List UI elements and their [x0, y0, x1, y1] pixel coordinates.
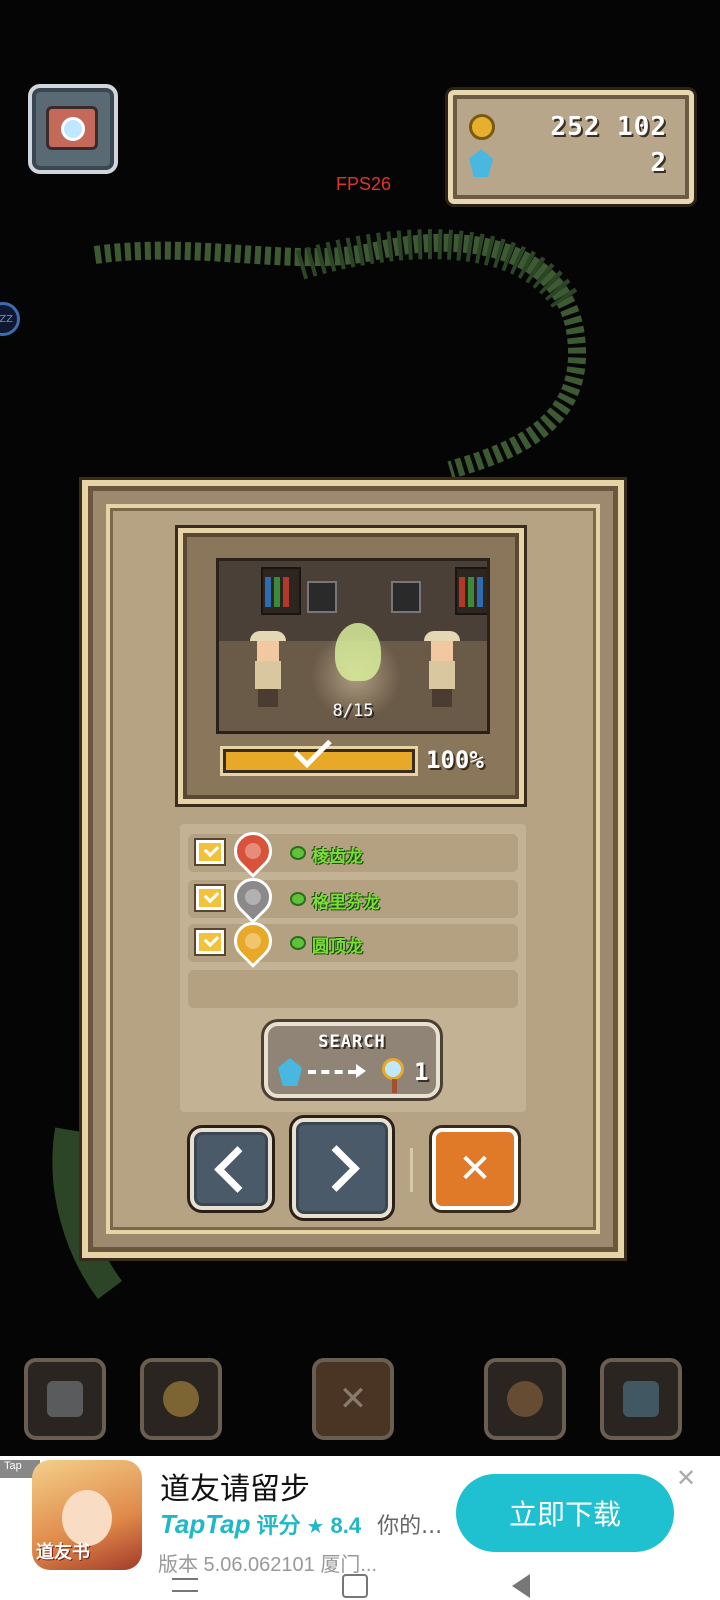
toolbar-map-button[interactable]: [600, 1358, 682, 1440]
ad-rating-line: TapTap 评分 ★ 8.4 你的...: [160, 1508, 442, 1540]
game-avatar[interactable]: 道友书: [32, 1460, 142, 1570]
search-count: 1: [414, 1058, 429, 1086]
dinosaur-name: 圆顶龙: [312, 937, 363, 957]
search-button[interactable]: SEARCH 1: [264, 1022, 440, 1098]
checkbox[interactable]: [196, 886, 224, 910]
checkbox[interactable]: [196, 840, 224, 864]
fps-counter: FPS26: [336, 174, 392, 194]
coin-count: 252 102: [550, 112, 667, 142]
status-dot: [290, 846, 306, 860]
dinosaur-name: 棱齿龙: [312, 847, 363, 867]
bookshelf-icon: [261, 567, 301, 615]
previous-button[interactable]: [190, 1128, 272, 1210]
rating-value: 8.4: [330, 1513, 362, 1538]
taptap-logo: TapTap: [160, 1509, 251, 1539]
magnifier-tools-icon: [507, 1381, 543, 1417]
checkbox[interactable]: [196, 930, 224, 954]
menu-nav-icon[interactable]: [172, 1578, 198, 1592]
list-item[interactable]: 格里芬龙: [188, 870, 518, 924]
lightbulb-icon: [163, 1381, 199, 1417]
toolbar-close-button[interactable]: ✕: [312, 1358, 394, 1440]
gem-icon: [469, 149, 493, 177]
researcher-icon: [424, 631, 460, 709]
status-dot: [290, 892, 306, 906]
close-dialog-button[interactable]: ✕: [432, 1128, 518, 1210]
bookshelf-icon: [455, 567, 487, 615]
next-button[interactable]: [292, 1118, 392, 1218]
empty-list-slot: [188, 970, 518, 1008]
camera-icon: [46, 106, 98, 150]
close-ad-icon[interactable]: ✕: [676, 1464, 696, 1492]
ad-banner[interactable]: Tap 道友书 道友请留步 TapTap 评分 ★ 8.4 你的... 版本 5…: [0, 1456, 720, 1600]
toolbar-swap-button[interactable]: [24, 1358, 106, 1440]
camera-button[interactable]: [28, 84, 118, 174]
magnifier-icon: [382, 1058, 404, 1093]
rating-label: 评分: [256, 1514, 301, 1539]
dinosaur-name: 格里芬龙: [312, 893, 380, 913]
search-label: SEARCH: [318, 1032, 386, 1052]
gem-icon: [278, 1058, 302, 1086]
divider: [410, 1148, 413, 1192]
location-pin-icon: [226, 914, 280, 968]
research-scene: 8/15: [216, 558, 490, 734]
home-nav-icon[interactable]: [342, 1574, 368, 1598]
map-icon: [623, 1381, 659, 1417]
location-pin-icon: [226, 824, 280, 878]
coin-icon: [469, 114, 495, 140]
ad-title: 道友请留步: [160, 1472, 310, 1507]
scene-counter: 8/15: [332, 701, 374, 721]
close-icon: ✕: [338, 1379, 368, 1419]
arrow-right-icon: [308, 1064, 366, 1078]
status-dot: [290, 936, 306, 950]
gem-row: 2: [469, 145, 667, 181]
ad-description: 你的...: [377, 1514, 443, 1539]
researcher-icon: [250, 631, 286, 709]
progress-bar: [220, 729, 418, 776]
ad-version: 版本 5.06.062101 厦门...: [158, 1554, 378, 1576]
chevron-right-icon: [312, 1144, 360, 1192]
location-pin-icon: [226, 870, 280, 924]
progress-percent: 100%: [426, 746, 484, 774]
coin-row: 252 102: [469, 109, 667, 145]
download-button[interactable]: 立即下载: [456, 1474, 674, 1552]
star-icon: ★: [306, 1514, 325, 1538]
gem-count: 2: [650, 148, 667, 178]
swap-icon: [47, 1381, 83, 1417]
avatar-stamp: 道友书: [36, 1542, 90, 1563]
computer-icon: [307, 581, 337, 613]
chevron-left-icon: [213, 1145, 261, 1193]
toolbar-hint-button[interactable]: [140, 1358, 222, 1440]
list-item[interactable]: 圆顶龙: [188, 914, 518, 968]
list-item[interactable]: 棱齿龙: [188, 824, 518, 878]
currency-panel: 252 102 2: [448, 90, 694, 204]
back-nav-icon[interactable]: [512, 1574, 530, 1598]
computer-icon: [391, 581, 421, 613]
dinosaur-spirit-icon: [335, 623, 381, 681]
toolbar-research-button[interactable]: [484, 1358, 566, 1440]
